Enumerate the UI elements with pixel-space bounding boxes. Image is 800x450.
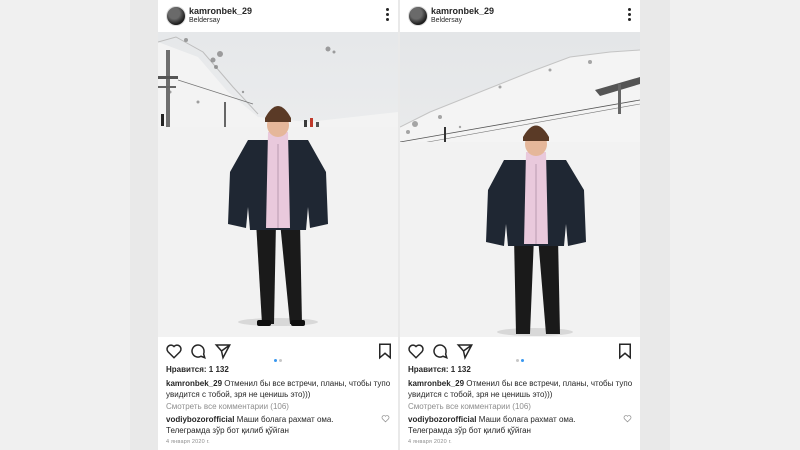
post-username[interactable]: kamronbek_29 [431, 6, 494, 16]
comment: vodiybozorofficial Маши болага рахмат ом… [408, 414, 618, 436]
more-options-icon[interactable] [628, 8, 632, 22]
carousel-dots [274, 349, 284, 367]
comment-like-icon[interactable] [623, 414, 632, 423]
post-actions [400, 342, 640, 362]
view-all-comments-link[interactable]: Смотреть все комментарии (106) [408, 402, 531, 411]
post-header: kamronbek_29 Beldersay [158, 0, 398, 32]
view-all-comments-link[interactable]: Смотреть все комментарии (106) [166, 402, 289, 411]
carousel-dots [516, 349, 526, 367]
comment: vodiybozorofficial Маши болага рахмат ом… [166, 414, 376, 436]
post-caption: kamronbek_29 Отменил бы все встречи, пла… [408, 378, 634, 400]
instagram-post-right: kamronbek_29 Beldersay Нравится: 1 132 k… [400, 0, 640, 450]
post-caption: kamronbek_29 Отменил бы все встречи, пла… [166, 378, 392, 400]
send-icon[interactable] [456, 342, 474, 360]
post-actions [158, 342, 398, 362]
likes-count[interactable]: Нравится: 1 132 [408, 365, 471, 374]
instagram-post-left: kamronbek_29 Beldersay Нравится: 1 132 k… [158, 0, 398, 450]
send-icon[interactable] [214, 342, 232, 360]
bookmark-icon[interactable] [376, 342, 394, 360]
right-background-panel [670, 0, 800, 450]
post-location[interactable]: Beldersay [189, 17, 220, 24]
post-photo[interactable] [400, 32, 640, 337]
avatar[interactable] [166, 6, 186, 26]
comment-like-icon[interactable] [381, 414, 390, 423]
bookmark-icon[interactable] [616, 342, 634, 360]
more-options-icon[interactable] [386, 8, 390, 22]
left-background-panel [0, 0, 130, 450]
post-date: 4 января 2020 г. [166, 439, 210, 445]
comment-icon[interactable] [431, 342, 449, 360]
comment-icon[interactable] [189, 342, 207, 360]
post-header: kamronbek_29 Beldersay [400, 0, 640, 32]
caption-username[interactable]: kamronbek_29 [408, 379, 464, 388]
comment-username[interactable]: vodiybozorofficial [408, 415, 476, 424]
post-date: 4 января 2020 г. [408, 439, 452, 445]
comment-username[interactable]: vodiybozorofficial [166, 415, 234, 424]
caption-username[interactable]: kamronbek_29 [166, 379, 222, 388]
post-location[interactable]: Beldersay [431, 17, 462, 24]
post-username[interactable]: kamronbek_29 [189, 6, 252, 16]
post-photo[interactable] [158, 32, 398, 337]
heart-icon[interactable] [407, 342, 425, 360]
avatar[interactable] [408, 6, 428, 26]
heart-icon[interactable] [165, 342, 183, 360]
likes-count[interactable]: Нравится: 1 132 [166, 365, 229, 374]
